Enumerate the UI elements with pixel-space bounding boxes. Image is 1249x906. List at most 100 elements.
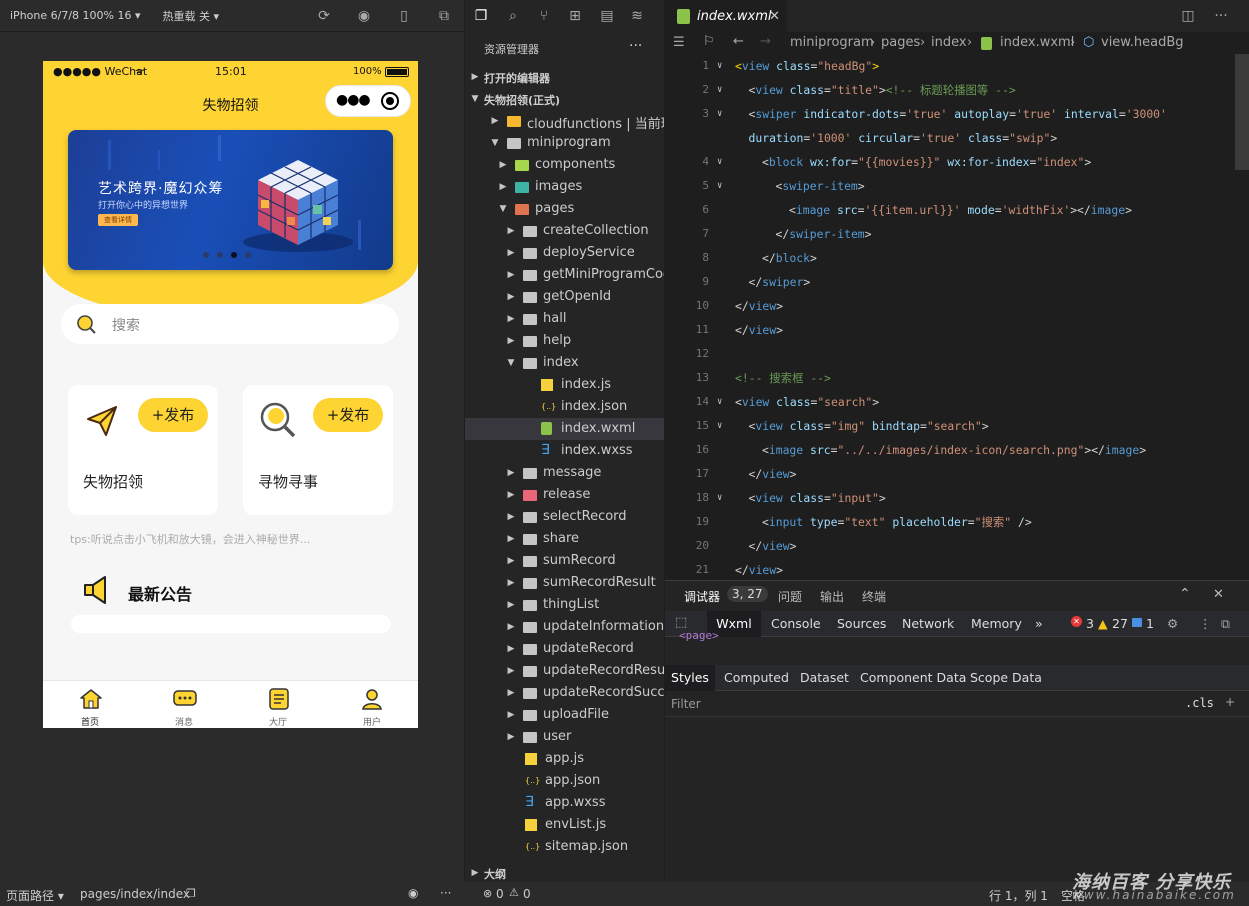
close-miniprogram-icon[interactable] <box>381 92 399 110</box>
filter-input[interactable]: Filter <box>671 697 701 711</box>
cls-toggle[interactable]: .cls <box>1185 696 1214 710</box>
error-count[interactable]: 3 <box>1086 616 1094 631</box>
code-line[interactable]: 8 </block> <box>665 246 1249 270</box>
list-icon[interactable]: ☰ <box>673 35 685 50</box>
code-line[interactable]: 5 ∨ <swiper-item> <box>665 174 1249 198</box>
message-icon[interactable] <box>173 687 197 711</box>
page-node[interactable]: <page> <box>679 629 719 642</box>
settings-icon[interactable]: ⚙ <box>1167 616 1178 631</box>
device-select[interactable]: iPhone 6/7/8 100% 16 ▾ <box>10 9 141 22</box>
tree-item[interactable]: index.wxml <box>465 418 664 440</box>
crumb-item[interactable]: pages <box>881 35 920 50</box>
detach-window-icon[interactable]: ⧉ <box>436 8 452 24</box>
search-icon[interactable]: ⌕ <box>505 8 521 24</box>
close-panel-icon[interactable]: ✕ <box>1213 587 1224 602</box>
forward-icon[interactable]: → <box>760 34 771 49</box>
close-icon[interactable]: ✕ <box>769 9 780 24</box>
fold-chevron-icon[interactable]: ∨ <box>717 486 722 510</box>
tree-item[interactable]: ▶ message <box>465 462 664 484</box>
info-count[interactable]: 1 <box>1146 616 1154 631</box>
kebab-menu-icon[interactable]: ⋮ <box>1199 616 1212 631</box>
bookmark-icon[interactable]: ⚐ <box>703 34 715 49</box>
tree-item[interactable]: ▶ uploadFile <box>465 704 664 726</box>
swiper-banner[interactable]: 艺术跨界·魔幻众筹 打开你心中的异想世界 查看详情 <box>68 130 393 270</box>
fold-chevron-icon[interactable]: ∨ <box>717 390 722 414</box>
code-line[interactable]: 4 ∨ <block wx:for="{{movies}}" wx:for-inde… <box>665 150 1249 174</box>
code-line[interactable]: 16 <image src="../../images/index-icon/se… <box>665 438 1249 462</box>
files-icon[interactable]: ❐ <box>473 8 489 24</box>
indicator-dot[interactable] <box>217 252 223 258</box>
dock-icon[interactable]: ⧉ <box>1221 616 1230 632</box>
terminal-tab[interactable]: 终端 <box>862 588 886 605</box>
tab-home[interactable]: 首页 <box>43 681 137 728</box>
code-line[interactable]: 7 </swiper-item> <box>665 222 1249 246</box>
search-bar[interactable]: 搜索 <box>61 304 399 344</box>
tree-item[interactable]: ▶ help <box>465 330 664 352</box>
tree-item[interactable]: ▼ pages <box>465 198 664 220</box>
output-tab[interactable]: 输出 <box>820 588 844 605</box>
tab-component-data[interactable]: Component Data <box>860 670 966 685</box>
phone-icon[interactable]: ▯ <box>396 8 412 24</box>
tree-item[interactable]: ▶ updateRecord <box>465 638 664 660</box>
code-line[interactable]: 21 </view> <box>665 558 1249 582</box>
swiper-indicator-dots[interactable] <box>203 252 251 258</box>
indicator-dot-active[interactable] <box>231 252 237 258</box>
code-line[interactable]: 12 <box>665 342 1249 366</box>
fold-chevron-icon[interactable]: ∨ <box>717 174 722 198</box>
code-line[interactable]: 6 <image src='{{item.url}}' mode='widthFi… <box>665 198 1249 222</box>
magnifier-icon[interactable] <box>259 401 297 439</box>
source-control-icon[interactable]: ⑂ <box>536 8 552 24</box>
section-project[interactable]: ▼ 失物招领(正式) <box>465 88 664 110</box>
search-icon[interactable] <box>76 314 96 334</box>
more-actions-icon[interactable]: ··· <box>629 38 642 54</box>
more-actions-icon[interactable]: ··· <box>1213 8 1229 24</box>
tree-item[interactable]: app.js <box>465 748 664 770</box>
crumb-item[interactable]: index <box>931 35 967 50</box>
split-editor-icon[interactable]: ◫ <box>1180 8 1196 24</box>
fold-chevron-icon[interactable]: ∨ <box>717 54 722 78</box>
code-line[interactable]: 14 ∨ <view class="search"> <box>665 390 1249 414</box>
tree-item[interactable]: envList.js <box>465 814 664 836</box>
tree-item[interactable]: ▼ index <box>465 352 664 374</box>
status-error-count[interactable]: 0 <box>496 887 504 901</box>
code-line[interactable]: 9 </swiper> <box>665 270 1249 294</box>
tab-user[interactable]: 用户 <box>325 681 418 728</box>
tree-item[interactable]: {..} index.json <box>465 396 664 418</box>
back-icon[interactable]: ← <box>733 34 744 49</box>
home-icon[interactable] <box>79 687 103 711</box>
paper-plane-icon[interactable] <box>84 403 120 439</box>
indicator-dot[interactable] <box>245 252 251 258</box>
tree-item[interactable]: ∃ app.wxss <box>465 792 664 814</box>
refresh-icon[interactable]: ⟳ <box>316 8 332 24</box>
banner-button[interactable]: 查看详情 <box>98 214 138 226</box>
tree-item[interactable]: ▶ cloudfunctions | 当前环境: ... <box>465 110 664 132</box>
tab-dataset[interactable]: Dataset <box>800 670 849 685</box>
fold-chevron-icon[interactable]: ∨ <box>717 150 722 174</box>
tree-item[interactable]: ▶ hall <box>465 308 664 330</box>
tree-item[interactable]: {..} app.json <box>465 770 664 792</box>
tree-item[interactable]: ▶ updateRecordSuccess <box>465 682 664 704</box>
section-outline[interactable]: ▶ 大纲 <box>465 864 664 882</box>
tab-message[interactable]: 消息 <box>137 681 231 728</box>
code-line[interactable]: 10 </view> <box>665 294 1249 318</box>
tree-item[interactable]: ▶ selectRecord <box>465 506 664 528</box>
tab-console[interactable]: Console <box>771 616 821 631</box>
search-input[interactable]: 搜索 <box>112 315 140 335</box>
capsule-menu[interactable]: ●●● <box>325 85 411 117</box>
chevron-up-icon[interactable]: ⌃ <box>1179 586 1191 602</box>
hall-icon[interactable] <box>267 687 291 711</box>
page-path-select[interactable]: 页面路径 ▾ <box>6 887 64 904</box>
tab-index-wxml[interactable]: index.wxml ✕ <box>665 0 787 32</box>
tab-computed[interactable]: Computed <box>724 670 789 685</box>
scrollbar-thumb[interactable] <box>1235 54 1249 170</box>
hot-reload-toggle[interactable]: 热重载 关 ▾ <box>163 8 220 24</box>
tree-item[interactable]: ∃ index.wxss <box>465 440 664 462</box>
fold-chevron-icon[interactable]: ∨ <box>717 414 722 438</box>
code-line[interactable]: 2 ∨ <view class="title"><!-- 标题轮播图等 --> <box>665 78 1249 102</box>
tab-scope-data[interactable]: Scope Data <box>970 670 1042 685</box>
crumb-item[interactable]: view.headBg <box>1101 35 1184 50</box>
cursor-position[interactable]: 行 1，列 1 <box>989 887 1048 904</box>
tab-sources[interactable]: Sources <box>837 616 886 631</box>
more-actions-icon[interactable]: ··· <box>440 886 451 900</box>
code-line[interactable]: duration='1000' circular='true' class="s… <box>665 126 1249 150</box>
